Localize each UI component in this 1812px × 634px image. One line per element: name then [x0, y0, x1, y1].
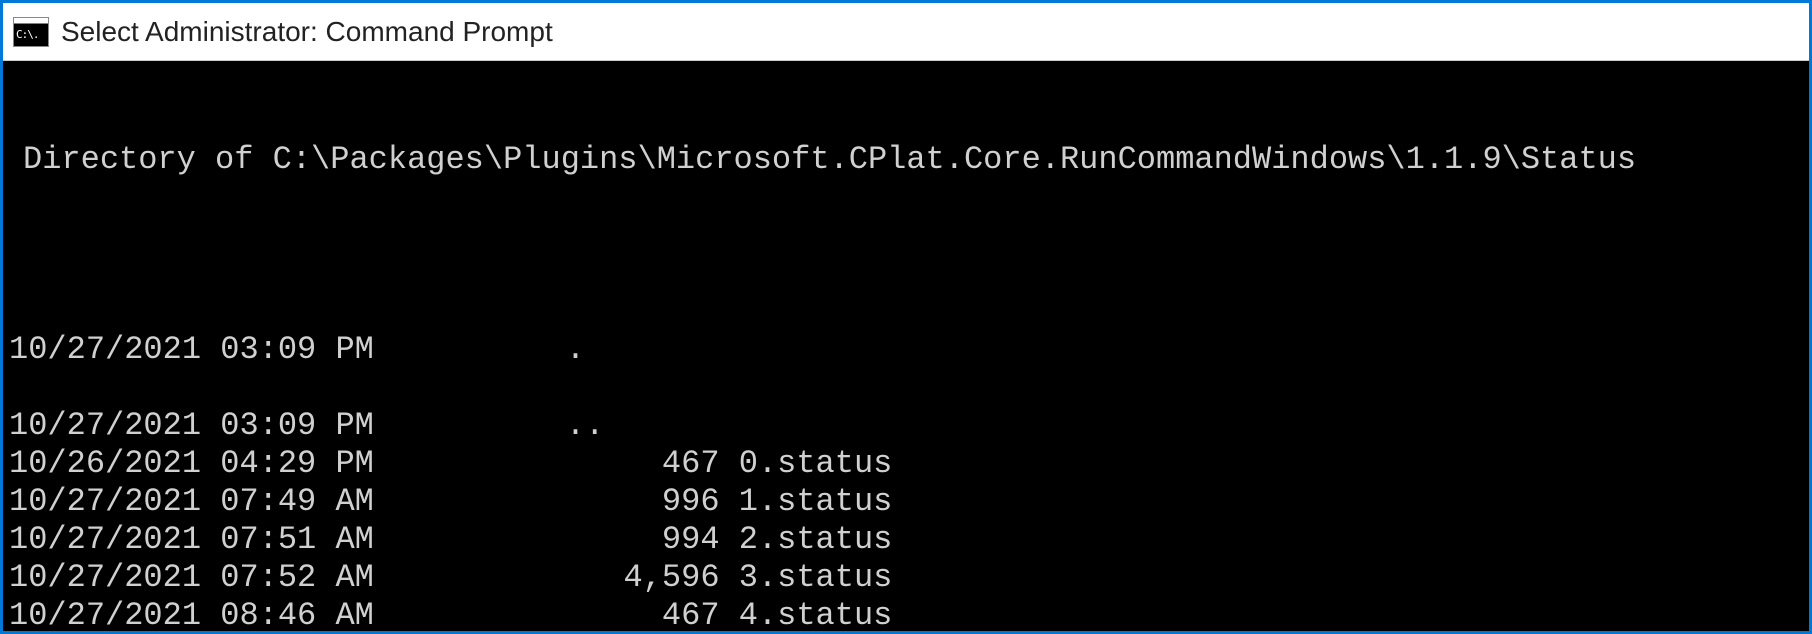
directory-entry: 10/27/202103:09 PM ..	[9, 369, 1803, 445]
entry-size: 994	[393, 521, 739, 559]
directory-entry: 10/27/202107:49 AM9961.status	[9, 483, 1803, 521]
entry-date: 10/27/2021	[9, 559, 220, 597]
entry-name: 0.status	[739, 445, 893, 483]
entry-size: 467	[393, 445, 739, 483]
directory-entry: 10/27/202107:52 AM4,5963.status	[9, 559, 1803, 597]
cmd-icon: C:\.	[13, 17, 49, 47]
entry-time: 07:52 AM	[220, 559, 393, 597]
entry-type: .	[393, 293, 739, 369]
entry-date: 10/26/2021	[9, 445, 220, 483]
entry-date: 10/27/2021	[9, 483, 220, 521]
entry-time: 03:09 PM	[220, 331, 393, 369]
directory-prefix: Directory of	[23, 141, 273, 178]
entry-type: ..	[393, 369, 739, 445]
directory-entry: 10/27/202103:09 PM .	[9, 293, 1803, 369]
entry-time: 08:46 AM	[220, 597, 393, 631]
entry-size: 467	[393, 597, 739, 631]
entry-time: 07:49 AM	[220, 483, 393, 521]
entry-name: 3.status	[739, 559, 893, 597]
directory-listing: 10/27/202103:09 PM .10/27/202103:09 PM .…	[9, 293, 1803, 631]
terminal-output[interactable]: Directory of C:\Packages\Plugins\Microso…	[3, 61, 1809, 631]
directory-path: C:\Packages\Plugins\Microsoft.CPlat.Core…	[273, 141, 1636, 178]
cmd-icon-text: C:\.	[16, 29, 39, 40]
entry-time: 07:51 AM	[220, 521, 393, 559]
entry-date: 10/27/2021	[9, 597, 220, 631]
window-title: Select Administrator: Command Prompt	[61, 16, 553, 48]
directory-entry: 10/27/202108:46 AM4674.status	[9, 597, 1803, 631]
entry-size: 996	[393, 483, 739, 521]
entry-date: 10/27/2021	[9, 521, 220, 559]
entry-date: 10/27/2021	[9, 331, 220, 369]
entry-name: 1.status	[739, 483, 893, 521]
directory-entry: 10/26/202104:29 PM4670.status	[9, 445, 1803, 483]
entry-name: .	[566, 331, 585, 369]
entry-time: 03:09 PM	[220, 407, 393, 445]
entry-name: 4.status	[739, 597, 893, 631]
directory-entry: 10/27/202107:51 AM9942.status	[9, 521, 1803, 559]
entry-name: 2.status	[739, 521, 893, 559]
directory-header: Directory of C:\Packages\Plugins\Microso…	[23, 141, 1803, 179]
entry-size: 4,596	[393, 559, 739, 597]
cmd-window: C:\. Select Administrator: Command Promp…	[0, 0, 1812, 634]
titlebar[interactable]: C:\. Select Administrator: Command Promp…	[3, 3, 1809, 61]
entry-name: ..	[566, 407, 604, 445]
entry-time: 04:29 PM	[220, 445, 393, 483]
entry-date: 10/27/2021	[9, 407, 220, 445]
